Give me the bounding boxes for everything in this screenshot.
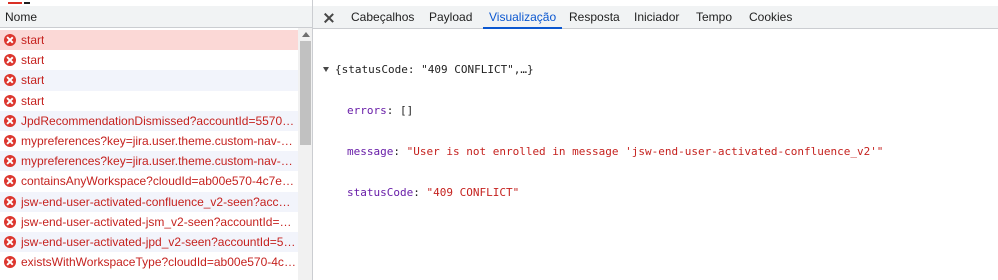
request-list-scrollbar[interactable] — [298, 28, 312, 280]
error-icon — [4, 256, 16, 269]
request-row-8[interactable]: jsw-end-user-activated-confluence_v2-see… — [0, 191, 298, 212]
request-row-0[interactable]: start — [0, 30, 298, 51]
error-icon — [4, 235, 16, 248]
error-icon — [4, 34, 16, 46]
json-line-errors: errors: [] — [323, 104, 993, 118]
request-row-2[interactable]: start — [0, 70, 298, 91]
error-icon — [4, 134, 16, 147]
json-preview: {statusCode: "409 CONFLICT",…} errors: [… — [323, 36, 993, 226]
request-name: start — [21, 73, 45, 88]
request-name: jsw-end-user-activated-jsm_v2-seen?accou… — [21, 214, 296, 229]
json-root-line[interactable]: {statusCode: "409 CONFLICT",…} — [323, 63, 993, 77]
request-detail-panel: Cabeçalhos Payload Visualização Resposta… — [313, 0, 998, 280]
error-icon — [4, 215, 16, 228]
request-name: jsw-end-user-activated-jpd_v2-seen?accou… — [21, 234, 296, 249]
tab-cookies[interactable]: Cookies — [743, 6, 798, 29]
request-name: start — [21, 93, 45, 108]
request-name: jsw-end-user-activated-confluence_v2-see… — [21, 194, 296, 209]
request-name: existsWithWorkspaceType?cloudId=ab00e570… — [21, 255, 296, 270]
request-name: JpdRecommendationDismissed?accountId=557… — [21, 113, 296, 128]
request-row-6[interactable]: mypreferences?key=jira.user.theme.custom… — [0, 151, 298, 172]
error-icon — [4, 74, 16, 87]
request-row-5[interactable]: mypreferences?key=jira.user.theme.custom… — [0, 131, 298, 151]
request-name: mypreferences?key=jira.user.theme.custom… — [21, 133, 296, 148]
request-row-4[interactable]: JpdRecommendationDismissed?accountId=557… — [0, 110, 298, 131]
request-name: containsAnyWorkspace?cloudId=ab00e570-4c… — [21, 174, 296, 189]
request-row-9[interactable]: jsw-end-user-activated-jsm_v2-seen?accou… — [0, 212, 298, 232]
tab-preview[interactable]: Visualização — [483, 6, 563, 29]
request-row-10[interactable]: jsw-end-user-activated-jpd_v2-seen?accou… — [0, 231, 298, 253]
column-header-filler — [298, 6, 312, 28]
tab-response[interactable]: Resposta — [563, 6, 626, 29]
request-name: mypreferences?key=jira.user.theme.custom… — [21, 154, 296, 169]
request-row-1[interactable]: start — [0, 50, 298, 70]
devtools-network-panel: Nome start start start start JpdRecommen… — [0, 0, 998, 280]
tab-timing[interactable]: Tempo — [690, 6, 738, 29]
json-separator: : — [393, 144, 407, 158]
json-key: message — [347, 144, 394, 158]
json-separator: : — [413, 185, 427, 199]
request-name: start — [21, 53, 45, 68]
detail-tabbar: Cabeçalhos Payload Visualização Resposta… — [313, 6, 998, 29]
request-row-11[interactable]: existsWithWorkspaceType?cloudId=ab00e570… — [0, 252, 298, 272]
error-icon — [4, 94, 16, 107]
json-line-statuscode: statusCode: "409 CONFLICT" — [323, 186, 993, 200]
tab-initiator[interactable]: Iniciador — [628, 6, 685, 29]
toolbar-divider — [24, 0, 30, 4]
json-separator: : — [386, 103, 400, 117]
json-value: "409 CONFLICT" — [426, 185, 520, 199]
error-icon — [4, 155, 16, 168]
json-value: "User is not enrolled in message 'jsw-en… — [406, 144, 884, 158]
json-line-message: message: "User is not enrolled in messag… — [323, 145, 993, 159]
error-icon — [4, 195, 16, 208]
request-row-3[interactable]: start — [0, 91, 298, 111]
request-list-panel: Nome start start start start JpdRecommen… — [0, 0, 313, 280]
close-icon[interactable] — [321, 10, 337, 26]
json-key: statusCode — [347, 185, 414, 199]
json-key: errors — [347, 103, 387, 117]
request-name: start — [21, 33, 45, 47]
record-indicator — [8, 0, 22, 4]
error-icon — [4, 54, 16, 67]
json-value: [] — [400, 103, 414, 117]
scroll-up-arrow-icon[interactable] — [302, 32, 310, 37]
error-icon — [4, 114, 16, 127]
request-row-7[interactable]: containsAnyWorkspace?cloudId=ab00e570-4c… — [0, 171, 298, 191]
request-rows: start start start start JpdRecommendatio… — [0, 30, 298, 272]
scrollbar-thumb[interactable] — [300, 41, 311, 145]
tab-headers[interactable]: Cabeçalhos — [345, 6, 420, 29]
json-root-summary: {statusCode: "409 CONFLICT",…} — [335, 63, 534, 77]
expand-caret-icon[interactable] — [323, 66, 329, 72]
tab-payload[interactable]: Payload — [423, 6, 478, 29]
error-icon — [4, 175, 16, 188]
name-column-header[interactable]: Nome — [0, 6, 298, 28]
